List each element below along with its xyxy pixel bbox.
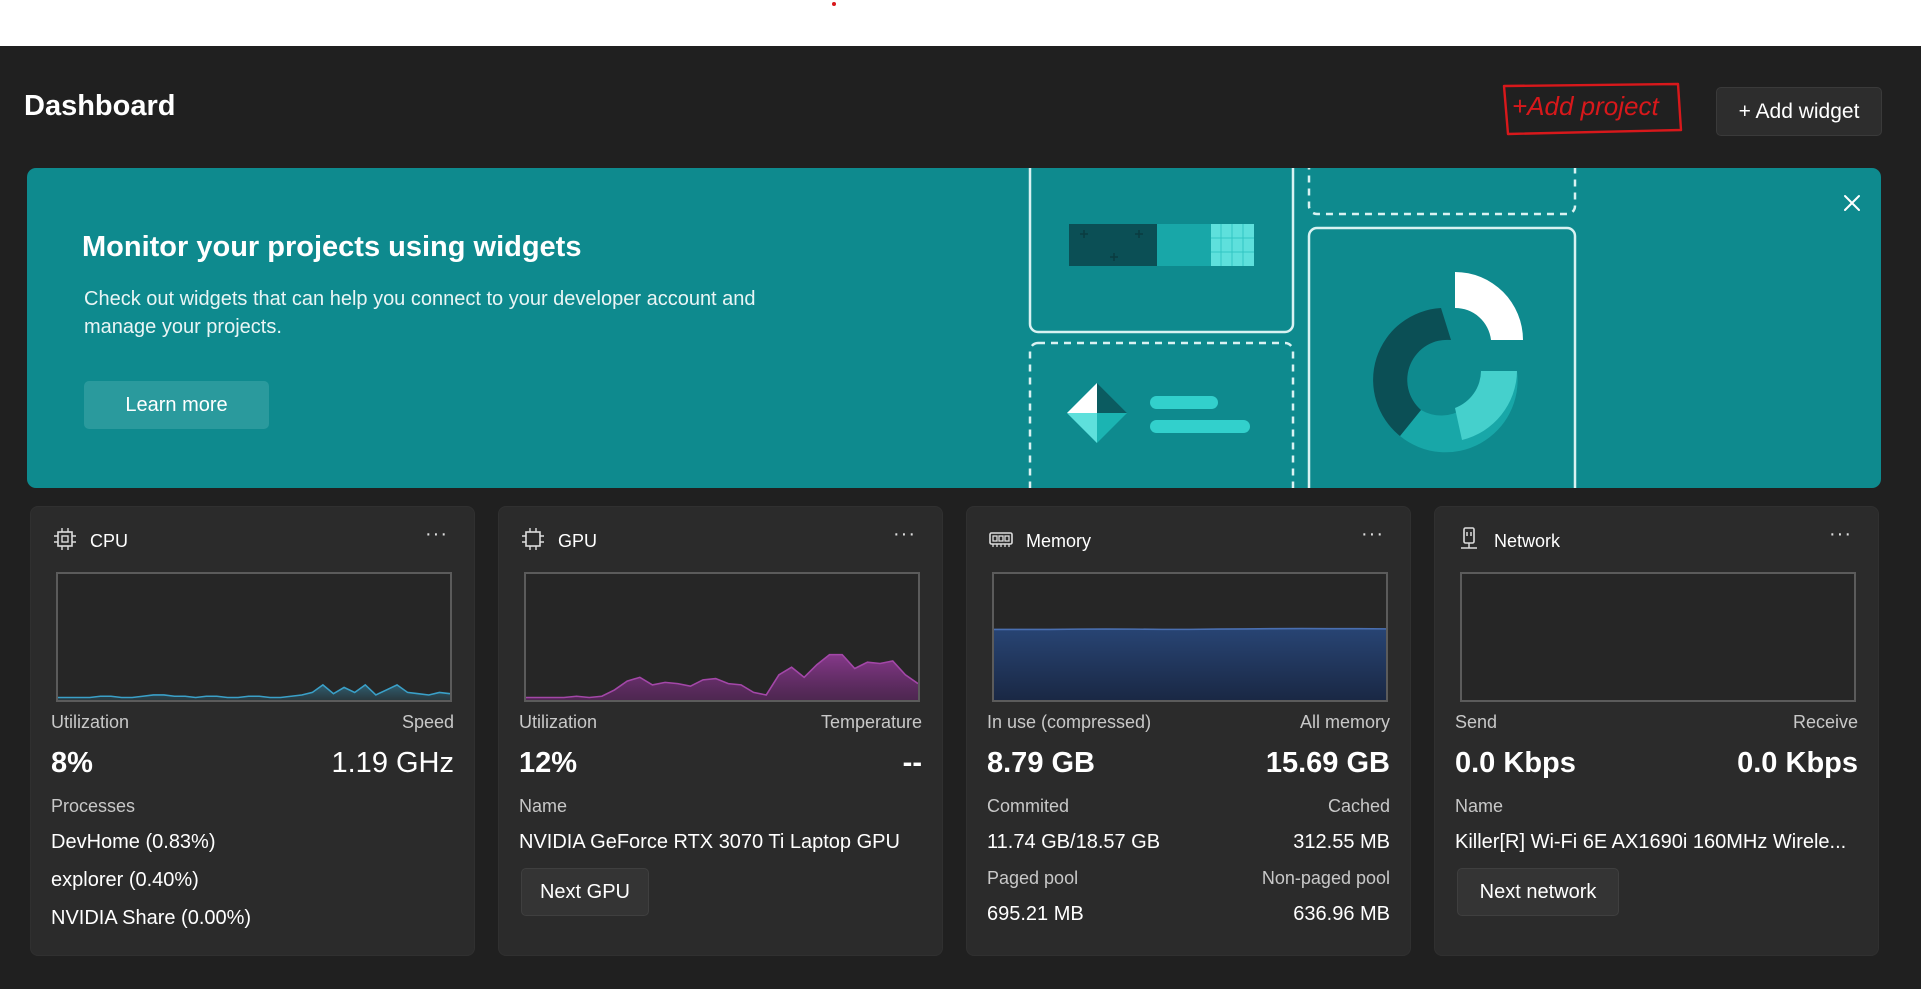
send-label: Send [1455,712,1498,732]
annotation-text: +Add project [1512,91,1660,121]
widget-title: GPU [558,531,598,551]
network-widget: Network ··· Send Receive 0.0 Kbps 0.0 Kb… [1434,506,1879,956]
next-network-button[interactable]: Next network [1457,868,1619,916]
committed-value: 11.74 GB/18.57 GB [987,831,1161,853]
processes-label: Processes [51,796,136,816]
more-options-icon[interactable]: ··· [1361,523,1384,546]
page-title: Dashboard [24,90,176,122]
committed-label: Commited [987,796,1070,816]
paged-pool-value: 695.21 MB [987,903,1084,925]
speed-label: Speed [401,712,454,732]
process-item: explorer (0.40%) [51,869,199,891]
temperature-label: Temperature [820,712,922,732]
utilization-value: 8% [51,747,93,779]
gpu-widget: GPU ··· Utilization Temperature 12% -- N… [498,506,943,956]
send-value: 0.0 Kbps [1455,747,1576,779]
network-throughput-graph [1460,572,1856,702]
more-options-icon[interactable]: ··· [425,523,448,546]
widget-title: Network [1494,531,1561,551]
utilization-value: 12% [519,747,578,779]
widget-title: Memory [1026,531,1092,551]
name-label: Name [519,796,568,816]
all-memory-value: 15.69 GB [1265,747,1390,779]
gpu-utilization-graph [524,572,920,702]
learn-more-button[interactable]: Learn more [84,381,269,429]
annotation-dot [832,2,836,6]
banner-title: Monitor your projects using widgets [82,231,582,263]
process-item: DevHome (0.83%) [51,831,216,853]
graph-line [994,627,1386,631]
close-icon[interactable] [1837,188,1867,218]
cpu-utilization-graph [56,572,452,702]
speed-value: 1.19 GHz [331,747,455,779]
graph-area [526,654,918,700]
graph-area [994,628,1386,700]
gpu-name-value: NVIDIA GeForce RTX 3070 Ti Laptop GPU [519,831,900,853]
more-options-icon[interactable]: ··· [893,523,916,546]
receive-value: 0.0 Kbps [1737,747,1858,779]
process-item: NVIDIA Share (0.00%) [51,907,252,929]
name-label: Name [1455,796,1504,816]
memory-usage-graph [992,572,1388,702]
all-memory-label: All memory [1299,712,1390,732]
handwritten-annotation: +Add project [1500,80,1683,138]
promo-banner: Monitor your projects using widgets Chec… [27,168,1881,488]
utilization-label: Utilization [519,712,598,732]
in-use-label: In use (compressed) [987,712,1152,732]
top-strip [0,0,1921,46]
cached-value: 312.55 MB [1293,831,1390,853]
temperature-value: -- [902,747,922,779]
paged-pool-label: Paged pool [987,868,1079,888]
more-options-icon[interactable]: ··· [1829,523,1852,546]
add-widget-button[interactable]: + Add widget [1716,87,1882,136]
non-paged-pool-label: Non-paged pool [1261,868,1390,888]
gpu-chip-icon [521,527,545,551]
memory-widget: Memory ··· In use (compressed) All memor… [966,506,1411,956]
in-use-value: 8.79 GB [987,747,1095,779]
network-name-value: Killer[R] Wi-Fi 6E AX1690i 160MHz Wirele… [1455,831,1847,853]
utilization-label: Utilization [51,712,130,732]
non-paged-pool-value: 636.96 MB [1293,903,1390,925]
network-adapter-icon [1457,527,1481,551]
widget-title: CPU [90,531,129,551]
cpu-widget: CPU ··· Utilization Speed 8% 1.19 GHz Pr… [30,506,475,956]
memory-icon [989,527,1013,551]
widgets-illustration [1028,168,1577,488]
cpu-chip-icon [53,527,77,551]
cached-label: Cached [1327,796,1390,816]
next-gpu-button[interactable]: Next GPU [521,868,649,916]
banner-description: Check out widgets that can help you conn… [84,288,756,338]
receive-label: Receive [1792,712,1858,732]
